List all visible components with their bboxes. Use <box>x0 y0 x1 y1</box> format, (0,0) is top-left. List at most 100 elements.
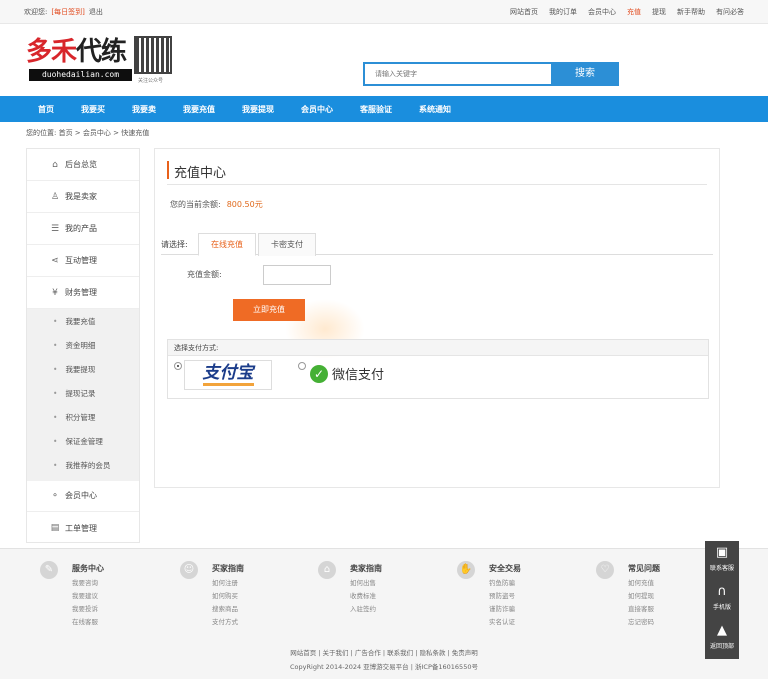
footer-link[interactable]: 钓鱼防骗 <box>489 577 515 587</box>
list-icon: ☰ <box>50 223 60 234</box>
balance-value: 800.50元 <box>226 200 263 209</box>
recharge-now-button[interactable]: 立即充值 <box>233 299 305 321</box>
share-icon: ⋖ <box>51 255 59 266</box>
site-logo[interactable]: 多禾代练 duohedailian.com 关注公众号 <box>26 34 178 90</box>
recharge-tabs: 请选择: 在线充值 卡密支付 <box>161 231 713 256</box>
mobile-version-button[interactable]: ∩ 手机版 <box>705 580 739 618</box>
payment-header: 选择支付方式: <box>168 340 708 356</box>
breadcrumb: 您的位置: 首页 > 会员中心 > 快速充值 <box>26 129 150 137</box>
wechat-option[interactable]: ✓ 微信支付 <box>310 364 384 383</box>
footer-link[interactable]: 如何提现 <box>628 590 654 600</box>
yen-icon: ¥ <box>52 287 58 298</box>
top-link-withdraw[interactable]: 提现 <box>652 7 666 17</box>
contact-service-button[interactable]: ▣ 联系客服 <box>705 541 739 579</box>
amount-input[interactable] <box>263 265 331 285</box>
top-link-member[interactable]: 会员中心 <box>588 7 616 17</box>
alipay-radio[interactable] <box>174 362 182 370</box>
footer-link[interactable]: 我要投诉 <box>72 603 98 613</box>
footer-link[interactable]: 忘记密码 <box>628 616 654 626</box>
nav-buy[interactable]: 我要买 <box>81 104 105 115</box>
submenu-item-funds[interactable]: • 资金明细 <box>27 333 139 357</box>
finance-submenu: • 我要充值 • 资金明细 • 我要提现 • 提现记录 • 积分管理 • 保证金管理 • 我推… <box>27 309 139 481</box>
back-to-top-button[interactable]: ▲ 返回顶部 <box>705 619 739 657</box>
alipay-option[interactable]: 支付宝 <box>184 360 272 390</box>
footer-link[interactable]: 如何购买 <box>212 590 238 600</box>
top-link-orders[interactable]: 我的订单 <box>549 7 577 17</box>
floating-toolbar: ▣ 联系客服 ∩ 手机版 ▲ 返回顶部 <box>705 541 739 659</box>
search-box: 搜索 <box>363 62 619 86</box>
nav-notice[interactable]: 系统通知 <box>419 104 451 115</box>
sidebar-item-finance[interactable]: ¥ 财务管理 <box>27 277 139 309</box>
logout-link[interactable]: 退出 <box>89 7 103 17</box>
nav-recharge[interactable]: 我要充值 <box>183 104 215 115</box>
header: 多禾代练 duohedailian.com 关注公众号 搜索 <box>0 24 768 96</box>
footer-link[interactable]: 我要咨询 <box>72 577 98 587</box>
nav-service-verify[interactable]: 客服验证 <box>360 104 392 115</box>
tab-online-recharge[interactable]: 在线充值 <box>198 233 256 256</box>
nav-sell[interactable]: 我要卖 <box>132 104 156 115</box>
tab-card-payment[interactable]: 卡密支付 <box>258 233 316 256</box>
footer-link[interactable]: 支付方式 <box>212 616 238 626</box>
footer-link[interactable]: 谨防诈骗 <box>489 603 515 613</box>
submenu-item-deposit[interactable]: • 保证金管理 <box>27 429 139 453</box>
nav-home[interactable]: 首页 <box>38 104 54 115</box>
sidebar-item-products[interactable]: ☰ 我的产品 <box>27 213 139 245</box>
recharge-content: 充值中心 您的当前余额: 800.50元 请选择: 在线充值 卡密支付 充值金额:… <box>154 148 720 488</box>
search-input[interactable] <box>363 62 553 86</box>
submenu-item-referrals[interactable]: • 我推荐的会员 <box>27 453 139 477</box>
footer-link[interactable]: 如何出售 <box>350 577 376 587</box>
shop-icon: ⌂ <box>318 561 336 579</box>
top-link-recharge[interactable]: 充值 <box>627 7 641 17</box>
footer-link[interactable]: 预防盗号 <box>489 590 515 600</box>
member-panel: ⌂ 后台总览 ♙ 我是卖家 ☰ 我的产品 ⋖ 互动管理 ¥ 财务管理 • 我要充值 • 资金明… <box>26 148 720 543</box>
home-icon: ⌂ <box>52 159 58 170</box>
submenu-item-withdraw[interactable]: • 我要提现 <box>27 357 139 381</box>
footer-link[interactable]: 如何注册 <box>212 577 238 587</box>
tabs-label: 请选择: <box>161 240 188 249</box>
submenu-item-recharge[interactable]: • 我要充值 <box>27 309 139 333</box>
pencil-icon: ✎ <box>40 561 58 579</box>
nav-member[interactable]: 会员中心 <box>301 104 333 115</box>
hand-icon: ✋ <box>457 561 475 579</box>
balance-label: 您的当前余额: <box>170 200 221 209</box>
logo-domain: duohedailian.com <box>29 69 132 81</box>
ticket-icon: ▤ <box>50 523 60 533</box>
sidebar-item-member-center[interactable]: ⚬ 会员中心 <box>27 480 139 512</box>
top-link-faq[interactable]: 有问必答 <box>716 7 744 17</box>
footer-link[interactable]: 搜索商品 <box>212 603 238 613</box>
chat-icon: ▣ <box>715 545 729 560</box>
checkin-link[interactable]: [每日签到] <box>51 7 84 17</box>
footer-link[interactable]: 如何充值 <box>628 577 654 587</box>
main-nav: 首页 我要买 我要卖 我要充值 我要提现 会员中心 客服验证 系统通知 <box>0 96 768 122</box>
payment-methods: 选择支付方式: 支付宝 ✓ 微信支付 <box>167 339 709 399</box>
wechat-radio[interactable] <box>298 362 306 370</box>
footer-link[interactable]: 在线客服 <box>72 616 98 626</box>
footer-link[interactable]: 直接客服 <box>628 603 654 613</box>
footer-link[interactable]: 入驻签约 <box>350 603 376 613</box>
footer-links[interactable]: 网站首页 | 关于我们 | 广告合作 | 联系我们 | 隐私条款 | 免责声明 <box>0 647 768 657</box>
top-link-home[interactable]: 网站首页 <box>510 7 538 17</box>
copyright: CopyRight 2014-2024 亚博游交易平台 | 浙ICP备16016… <box>290 663 478 671</box>
sidebar-item-overview[interactable]: ⌂ 后台总览 <box>27 149 139 181</box>
top-bar: 欢迎您: [每日签到] 退出 网站首页 我的订单 会员中心 充值 提现 新手帮助… <box>0 0 768 24</box>
page-title: 充值中心 <box>167 159 707 185</box>
wechat-icon: ✓ <box>310 364 328 383</box>
footer-link[interactable]: 实名认证 <box>489 616 515 626</box>
balance: 您的当前余额: 800.50元 <box>170 199 263 210</box>
top-link-help[interactable]: 新手帮助 <box>677 7 705 17</box>
search-button[interactable]: 搜索 <box>551 62 619 86</box>
nav-withdraw[interactable]: 我要提现 <box>242 104 274 115</box>
submenu-item-points[interactable]: • 积分管理 <box>27 405 139 429</box>
footer-link[interactable]: 我要建议 <box>72 590 98 600</box>
sidebar-item-seller[interactable]: ♙ 我是卖家 <box>27 181 139 213</box>
sidebar: ⌂ 后台总览 ♙ 我是卖家 ☰ 我的产品 ⋖ 互动管理 ¥ 财务管理 • 我要充值 • 资金明… <box>26 148 140 543</box>
headset-icon: ∩ <box>717 584 727 599</box>
footer: ✎ 服务中心 我要咨询 我要建议 我要投诉 在线客服 ☺ 买家指南 如何注册 如… <box>0 548 768 679</box>
sidebar-item-tickets[interactable]: ▤ 工单管理 <box>27 512 139 544</box>
qr-caption: 关注公众号 <box>138 78 164 84</box>
footer-link[interactable]: 收费标准 <box>350 590 376 600</box>
amount-row: 充值金额: <box>187 265 331 285</box>
submenu-item-withdraw-log[interactable]: • 提现记录 <box>27 381 139 405</box>
sidebar-item-interaction[interactable]: ⋖ 互动管理 <box>27 245 139 277</box>
user-icon: ♙ <box>50 191 60 202</box>
